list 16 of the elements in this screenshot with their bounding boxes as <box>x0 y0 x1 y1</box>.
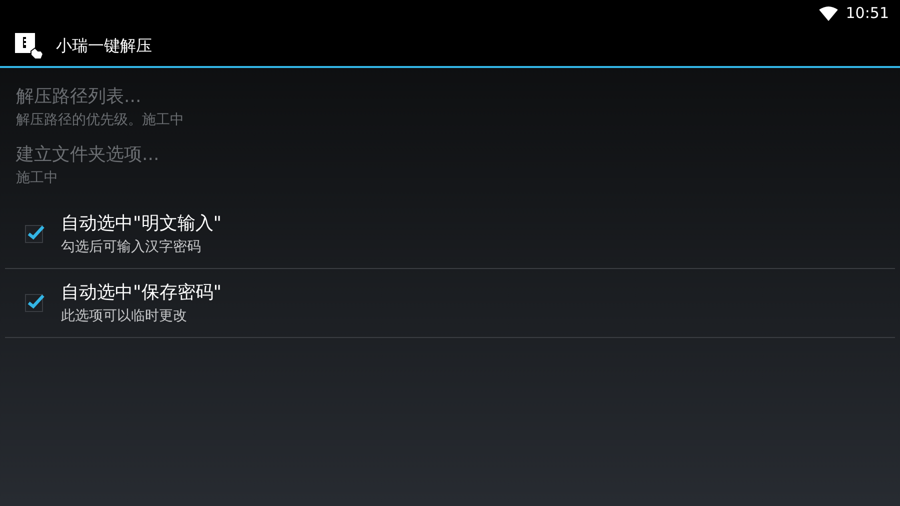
checkbox[interactable] <box>25 225 43 243</box>
preference-title: 解压路径列表... <box>16 85 142 109</box>
checkbox[interactable] <box>25 294 43 312</box>
preference-summary: 施工中 <box>16 169 59 188</box>
checkmark-icon <box>27 293 45 311</box>
preference-summary: 勾选后可输入汉字密码 <box>61 238 202 257</box>
preference-title: 自动选中"保存密码" <box>61 281 222 305</box>
preference-title: 自动选中"明文输入" <box>61 212 222 236</box>
wifi-icon <box>818 6 838 20</box>
preference-summary: 此选项可以临时更改 <box>61 307 188 326</box>
status-time: 10:51 <box>846 2 889 24</box>
app-icon <box>14 31 44 61</box>
app-title: 小瑞一键解压 <box>56 35 152 57</box>
preference-title: 建立文件夹选项... <box>16 143 160 167</box>
preference-summary: 解压路径的优先级。施工中 <box>16 111 185 130</box>
checkmark-icon <box>27 224 45 242</box>
